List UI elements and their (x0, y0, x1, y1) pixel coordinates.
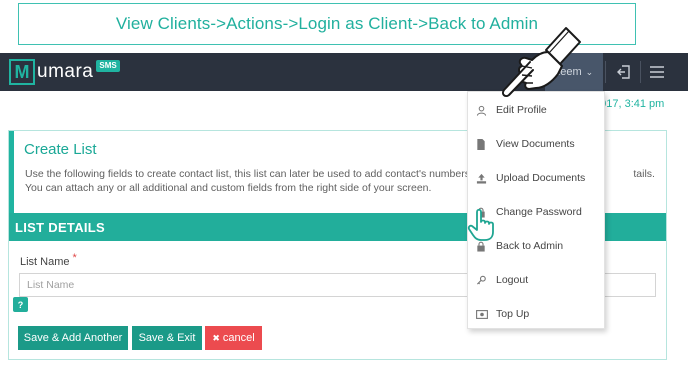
menu-item-view-documents[interactable]: View Documents (468, 133, 604, 155)
page-title: Create List (24, 141, 97, 158)
menu-item-upload-documents[interactable]: Upload Documents (468, 167, 604, 189)
money-icon (476, 309, 496, 319)
logo-sms-badge: SMS (96, 60, 120, 72)
user-icon (476, 105, 496, 116)
list-name-label: List Name * (20, 252, 77, 268)
nav-divider (640, 61, 641, 83)
help-button[interactable]: ? (13, 297, 28, 312)
cancel-button[interactable]: ✖ cancel (205, 326, 262, 350)
document-icon (476, 138, 496, 150)
menu-item-top-up[interactable]: Top Up (468, 303, 604, 325)
chevron-down-icon: ⌄ (585, 66, 594, 77)
sign-out-icon[interactable] (614, 62, 634, 82)
instruction-text: View Clients->Actions->Login as Client->… (115, 14, 539, 33)
save-exit-button[interactable]: Save & Exit (132, 326, 202, 350)
menu-item-logout[interactable]: Logout (468, 269, 604, 291)
hamburger-menu-icon[interactable] (647, 62, 667, 82)
close-icon: ✖ (212, 332, 220, 343)
nav-divider (605, 61, 606, 83)
required-mark: * (72, 252, 77, 264)
logo-letter: M (9, 59, 35, 85)
key-icon (476, 275, 496, 286)
mumara-logo[interactable]: M umara SMS (9, 58, 120, 86)
upload-icon (476, 173, 496, 184)
pointing-hand-icon (501, 27, 581, 98)
cancel-label: cancel (222, 332, 255, 344)
logo-text: umara (37, 61, 94, 82)
hand-cursor-icon (467, 208, 494, 241)
save-add-another-button[interactable]: Save & Add Another (18, 326, 128, 350)
